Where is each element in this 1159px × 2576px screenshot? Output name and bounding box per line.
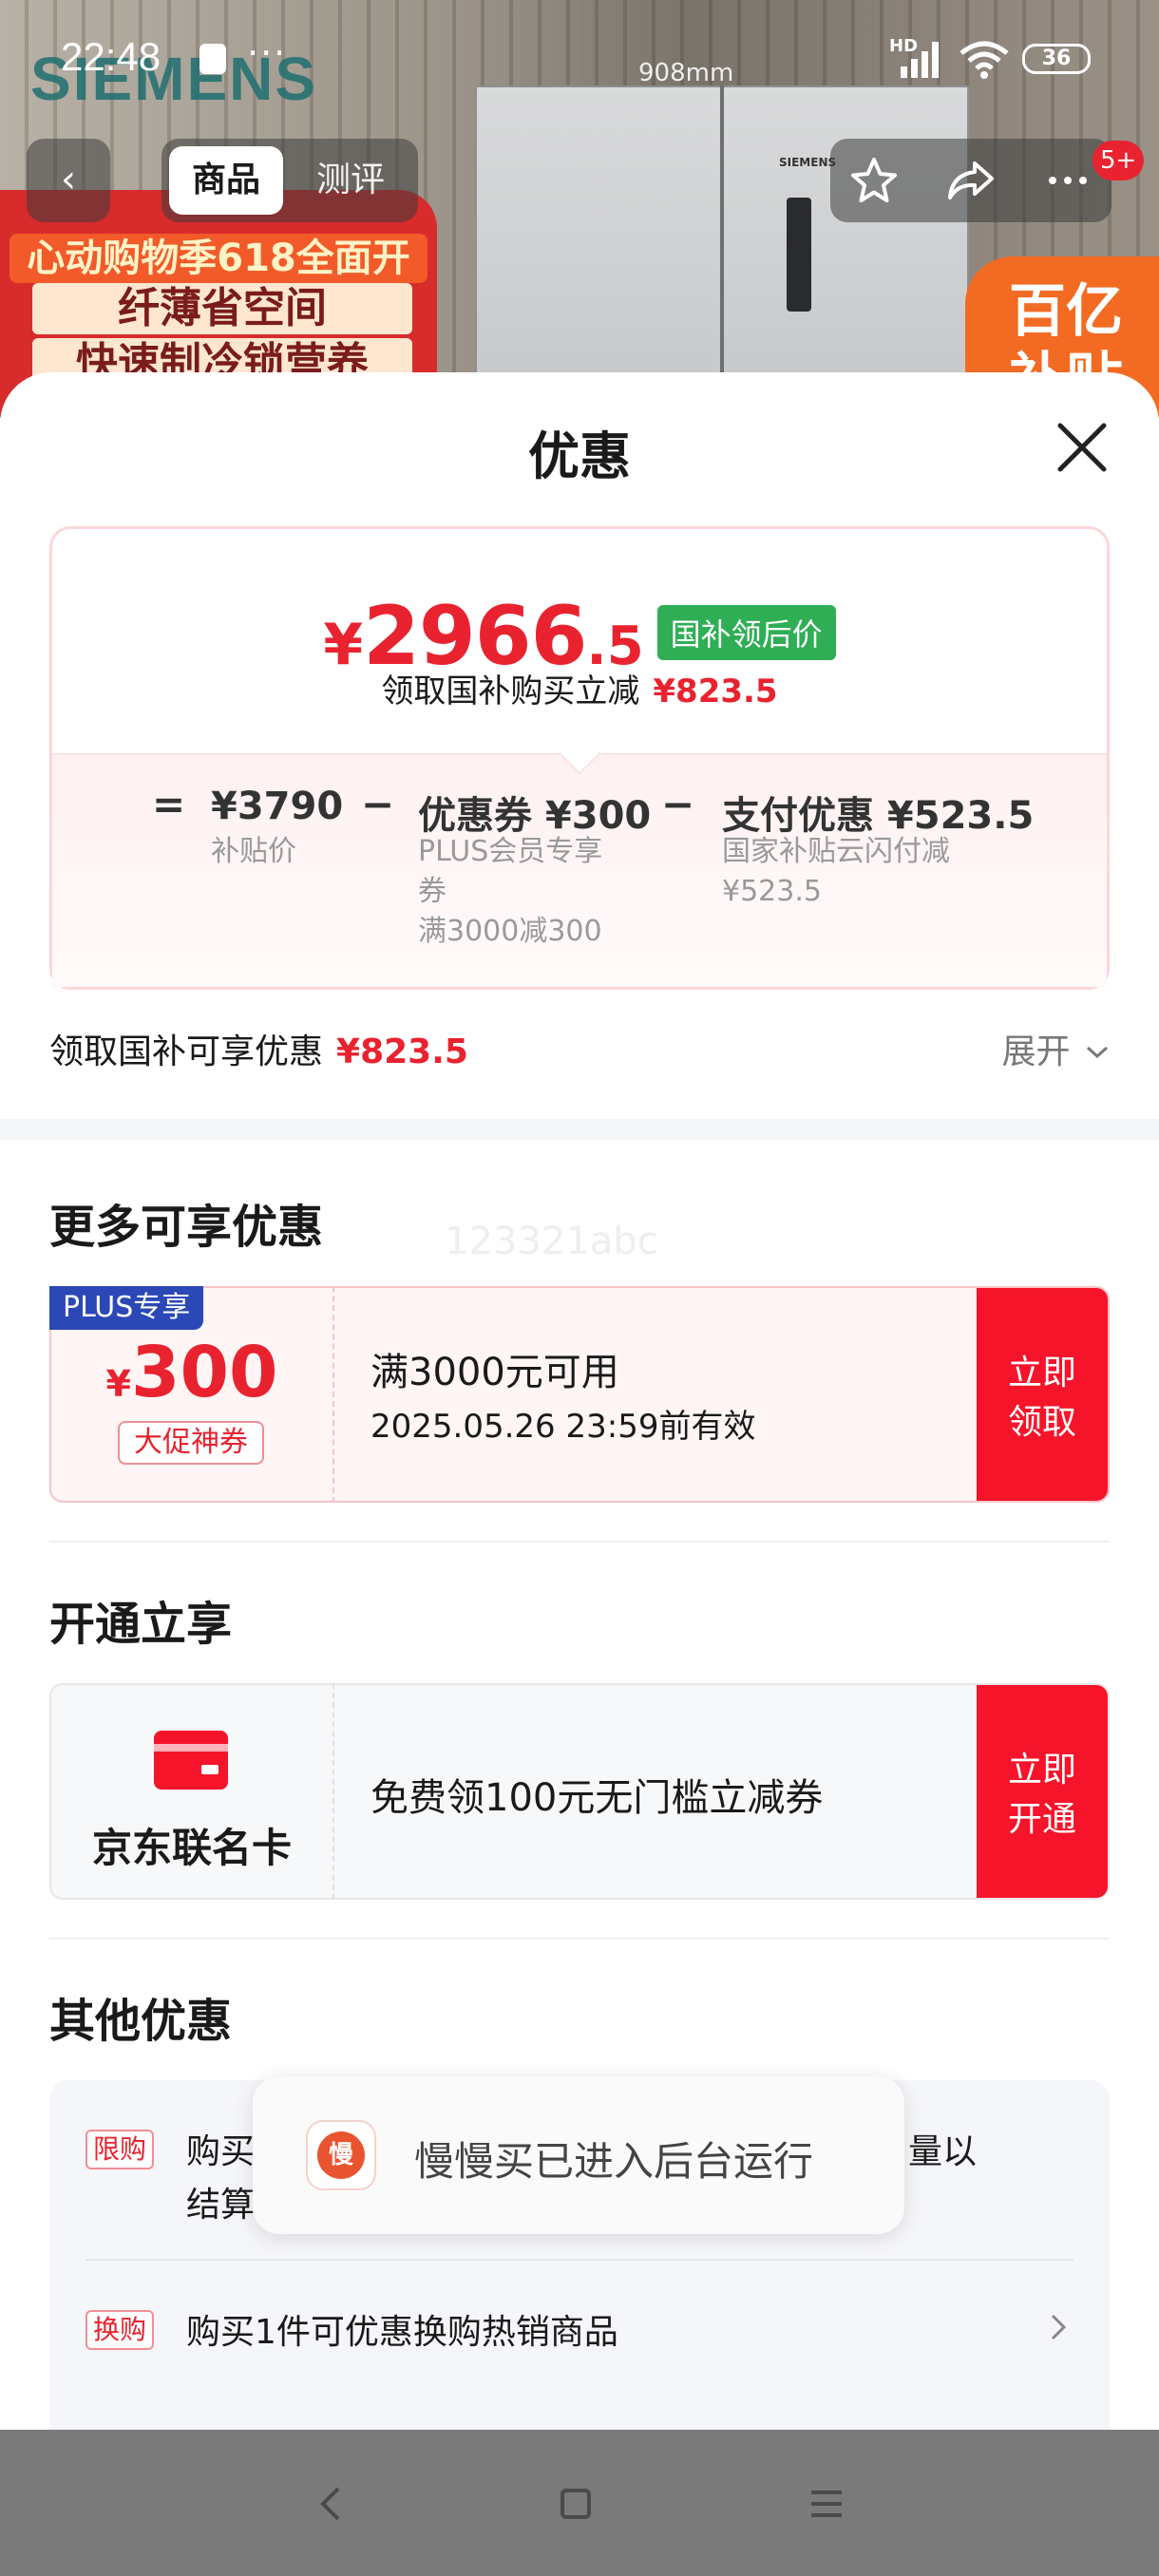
wifi-icon (960, 41, 1009, 79)
limit-purchase-text-right: 量以 (908, 2132, 978, 2171)
coupon-expiry: 2025.05.26 23:59前有效 (370, 1408, 756, 1446)
nav-menu-icon[interactable] (798, 2479, 855, 2529)
fridge-control-panel (787, 198, 811, 312)
chevron-right-icon[interactable] (1047, 2308, 1070, 2346)
other-offers-title: 其他优惠 (49, 1995, 233, 2048)
coupon-label-line1: PLUS会员专享 (418, 835, 603, 868)
coupon-amount: ¥300 (49, 1332, 334, 1413)
subsidy-offer-text: 领取国补可享优惠 (49, 1032, 324, 1071)
base-price-label: 补贴价 (211, 835, 296, 868)
tab-review[interactable]: 测评 (291, 146, 410, 215)
header-tabs: 商品 测评 (162, 139, 418, 222)
coupon-value: 300 (130, 1332, 278, 1413)
limit-purchase-tag: 限购 (86, 2130, 155, 2169)
minus-sign: − (661, 781, 695, 827)
divider (49, 1938, 1110, 1940)
subsidy-offer-label: 领取国补可享优惠 ¥823.5 (49, 1024, 468, 1073)
signal-icon (901, 42, 939, 78)
list-divider (86, 2259, 1074, 2261)
app-icon-glyph: 慢 (317, 2131, 365, 2179)
claim-coupon-button[interactable]: 立即 领取 (977, 1288, 1108, 1501)
fridge-brand-label: SIEMENS (779, 156, 837, 169)
plus-exclusive-badge: PLUS专享 (49, 1286, 204, 1330)
fridge-door-split (720, 85, 724, 418)
savings-line: 领取国补购买立减 ¥823.5 (0, 665, 1159, 711)
exchange-purchase-text[interactable]: 购买1件可优惠换购热销商品 (186, 2304, 618, 2354)
open-benefit-title: 开通立享 (49, 1598, 233, 1651)
payment-label-line1: 国家补贴云闪付减 (722, 835, 950, 868)
limit-purchase-text-left: 购买 (186, 2132, 256, 2171)
expand-button[interactable]: 展开 (1002, 1024, 1110, 1073)
status-bar: 22:48 ··· HD 36 (0, 0, 1159, 104)
manmanmai-app-icon: 慢 (306, 2120, 376, 2190)
claim-button-line1: 立即 (1007, 1354, 1076, 1392)
subsidy-offer-amount: ¥823.5 (336, 1032, 468, 1071)
expand-label: 展开 (1001, 1032, 1071, 1071)
section-divider (0, 1119, 1159, 1140)
coupon-label-line2: 券 (418, 875, 446, 908)
base-price-amount: ¥3790 (211, 785, 344, 828)
subsidy-price-tag: 国补领后价 (656, 605, 836, 660)
promo-line-1: 心动购物季618全面开启 (10, 234, 428, 330)
claim-button-line2: 领取 (1007, 1403, 1076, 1442)
payment-label-line2: ¥523.5 (722, 875, 822, 908)
subsidy-offer-row: 领取国补可享优惠 ¥823.5 展开 (49, 1024, 1110, 1071)
equals-sign: = (152, 781, 186, 827)
nav-home-icon[interactable] (547, 2479, 604, 2529)
notification-app-icon (200, 44, 226, 74)
toast-message: 慢慢买已进入后台运行 (414, 2138, 814, 2185)
open-button-line1: 立即 (1007, 1751, 1076, 1790)
watermark-text: 123321abc (445, 1220, 658, 1263)
nav-back-icon[interactable] (302, 2479, 359, 2529)
payment-discount-label: 国家补贴云闪付减 ¥523.5 (722, 832, 950, 912)
exchange-purchase-tag: 换购 (86, 2310, 155, 2350)
more-notifications-icon: ··· (247, 32, 288, 74)
star-icon[interactable] (844, 150, 904, 211)
card-offer-text: 免费领100元无门槛立减券 (370, 1776, 824, 1820)
coupon-discount-label: PLUS会员专享 券 满3000减300 (418, 832, 602, 952)
header-actions (830, 139, 1112, 222)
close-icon[interactable] (1049, 414, 1115, 481)
more-offers-title: 更多可享优惠 (49, 1201, 324, 1254)
savings-label: 领取国补购买立减 (381, 672, 640, 710)
coupon-label-line3: 满3000减300 (418, 915, 602, 948)
battery-icon: 36 (1022, 44, 1091, 74)
share-icon[interactable] (940, 150, 1001, 211)
minus-sign: − (361, 781, 395, 827)
more-icon[interactable] (1037, 150, 1098, 211)
tab-product[interactable]: 商品 (169, 146, 283, 215)
card-name: 京东联名卡 (91, 1825, 292, 1871)
chevron-down-icon (1086, 1046, 1109, 1059)
promo-line-2: 纤薄省空间 (32, 283, 412, 334)
back-button[interactable]: ‹ (27, 139, 110, 222)
coupon-tag: 大促神券 (118, 1421, 264, 1465)
coupon-symbol: ¥ (105, 1363, 131, 1405)
coupon-condition: 满3000元可用 (370, 1351, 619, 1394)
savings-amount: ¥823.5 (653, 672, 778, 710)
credit-card-icon (154, 1731, 228, 1790)
sheet-title: 优惠 (528, 426, 631, 486)
divider (49, 1541, 1110, 1543)
status-time: 22:48 (61, 34, 162, 79)
open-card-button[interactable]: 立即 开通 (977, 1685, 1108, 1898)
open-button-line2: 开通 (1007, 1800, 1076, 1839)
limit-purchase-text-line2: 结算 (186, 2186, 256, 2225)
chevron-left-icon: ‹ (61, 158, 76, 201)
message-badge: 5+ (1092, 141, 1145, 180)
